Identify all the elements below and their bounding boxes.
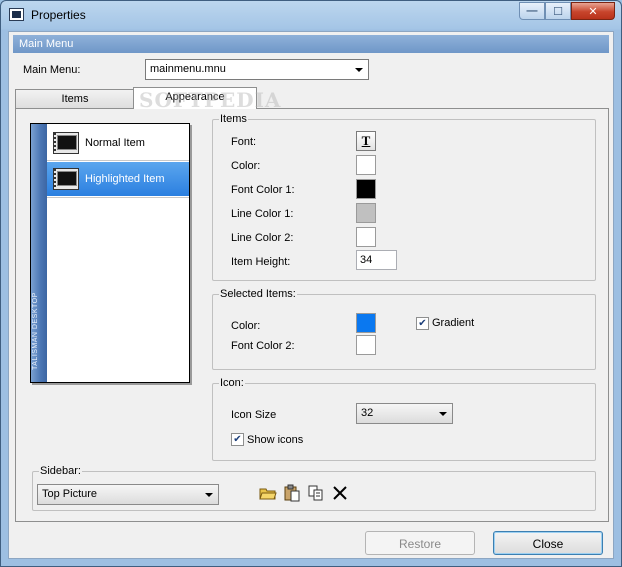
font-color-1-label: Font Color 1: [231, 184, 295, 196]
show-icons-checkbox[interactable]: ✔ [231, 433, 244, 446]
line-color-1-swatch[interactable] [356, 203, 376, 223]
close-button[interactable]: Close [493, 531, 603, 555]
open-folder-icon[interactable] [259, 484, 277, 502]
dialog-client-area: Main Menu Main Menu: mainmenu.mnu SOFTPE… [8, 31, 614, 559]
close-window-button[interactable]: ✕ [571, 2, 615, 20]
tab-items[interactable]: Items [15, 89, 135, 109]
minimize-button[interactable]: — [519, 2, 545, 20]
app-icon [9, 8, 24, 21]
caption-buttons: — ☐ ✕ [519, 2, 615, 20]
selected-items-group-title: Selected Items: [219, 288, 297, 300]
preview-sidebar-text: TALISMAN DESKTOP [32, 292, 39, 370]
maximize-button[interactable]: ☐ [545, 2, 571, 20]
selected-color-swatch[interactable] [356, 313, 376, 333]
font-color-2-swatch[interactable] [356, 335, 376, 355]
icon-size-select[interactable]: 32 [356, 403, 453, 424]
sidebar-group: Sidebar: Top Picture [32, 465, 596, 511]
preview-item-label: Normal Item [85, 137, 145, 149]
color-swatch[interactable] [356, 155, 376, 175]
icon-size-value: 32 [361, 407, 374, 419]
font-button[interactable]: T [356, 131, 376, 151]
sidebar-select[interactable]: Top Picture [37, 484, 219, 505]
preview-normal-item[interactable]: Normal Item [47, 126, 189, 160]
icon-size-label: Icon Size [231, 409, 277, 421]
main-menu-label: Main Menu: [23, 64, 81, 76]
monitor-icon [53, 132, 79, 154]
sidebar-value: Top Picture [42, 488, 98, 500]
font-label: Font: [231, 136, 257, 148]
sidebar-group-title: Sidebar: [39, 465, 82, 477]
color-label: Color: [231, 160, 261, 172]
main-menu-value: mainmenu.mnu [150, 63, 226, 75]
gradient-checkbox[interactable]: ✔ [416, 317, 429, 330]
items-group-title: Items [219, 113, 248, 125]
preview-separator [47, 197, 189, 198]
preview-highlighted-item[interactable]: Highlighted Item [47, 162, 189, 196]
main-menu-select[interactable]: mainmenu.mnu [145, 59, 369, 80]
chevron-down-icon [355, 68, 363, 72]
title-bar[interactable]: Properties — ☐ ✕ [1, 1, 621, 29]
monitor-icon [53, 168, 79, 190]
gradient-label: Gradient [432, 317, 475, 329]
chevron-down-icon [205, 493, 213, 497]
copy-icon[interactable] [307, 484, 325, 502]
tab-appearance[interactable]: Appearance [133, 87, 257, 109]
icon-group: Icon: Icon Size 32 ✔ Show icons [212, 377, 596, 461]
menu-preview: TALISMAN DESKTOP Normal Item Highlighted… [30, 123, 190, 383]
restore-button[interactable]: Restore [365, 531, 475, 555]
appearance-panel: TALISMAN DESKTOP Normal Item Highlighted… [15, 108, 609, 522]
preview-sidebar: TALISMAN DESKTOP [31, 124, 47, 382]
line-color-2-swatch[interactable] [356, 227, 376, 247]
preview-item-label: Highlighted Item [85, 173, 165, 185]
items-group: Items Font: T Color: Font Color 1: Line … [212, 113, 596, 281]
icon-group-title: Icon: [219, 377, 245, 389]
chevron-down-icon [439, 412, 447, 416]
line-color-1-label: Line Color 1: [231, 208, 294, 220]
line-color-2-label: Line Color 2: [231, 232, 294, 244]
selected-items-group: Selected Items: Color: ✔ Gradient Font C… [212, 288, 596, 370]
selected-color-label: Color: [231, 320, 261, 332]
item-height-label: Item Height: [231, 256, 291, 268]
section-header: Main Menu [13, 35, 609, 53]
item-height-input[interactable]: 34 [356, 250, 397, 270]
preview-separator [47, 160, 189, 161]
show-icons-label: Show icons [247, 434, 304, 446]
font-color-2-label: Font Color 2: [231, 340, 295, 352]
delete-icon[interactable] [331, 484, 349, 502]
paste-icon[interactable] [283, 484, 301, 502]
font-color-1-swatch[interactable] [356, 179, 376, 199]
window-title: Properties [31, 8, 86, 22]
properties-window: Properties — ☐ ✕ Main Menu Main Menu: ma… [0, 0, 622, 567]
